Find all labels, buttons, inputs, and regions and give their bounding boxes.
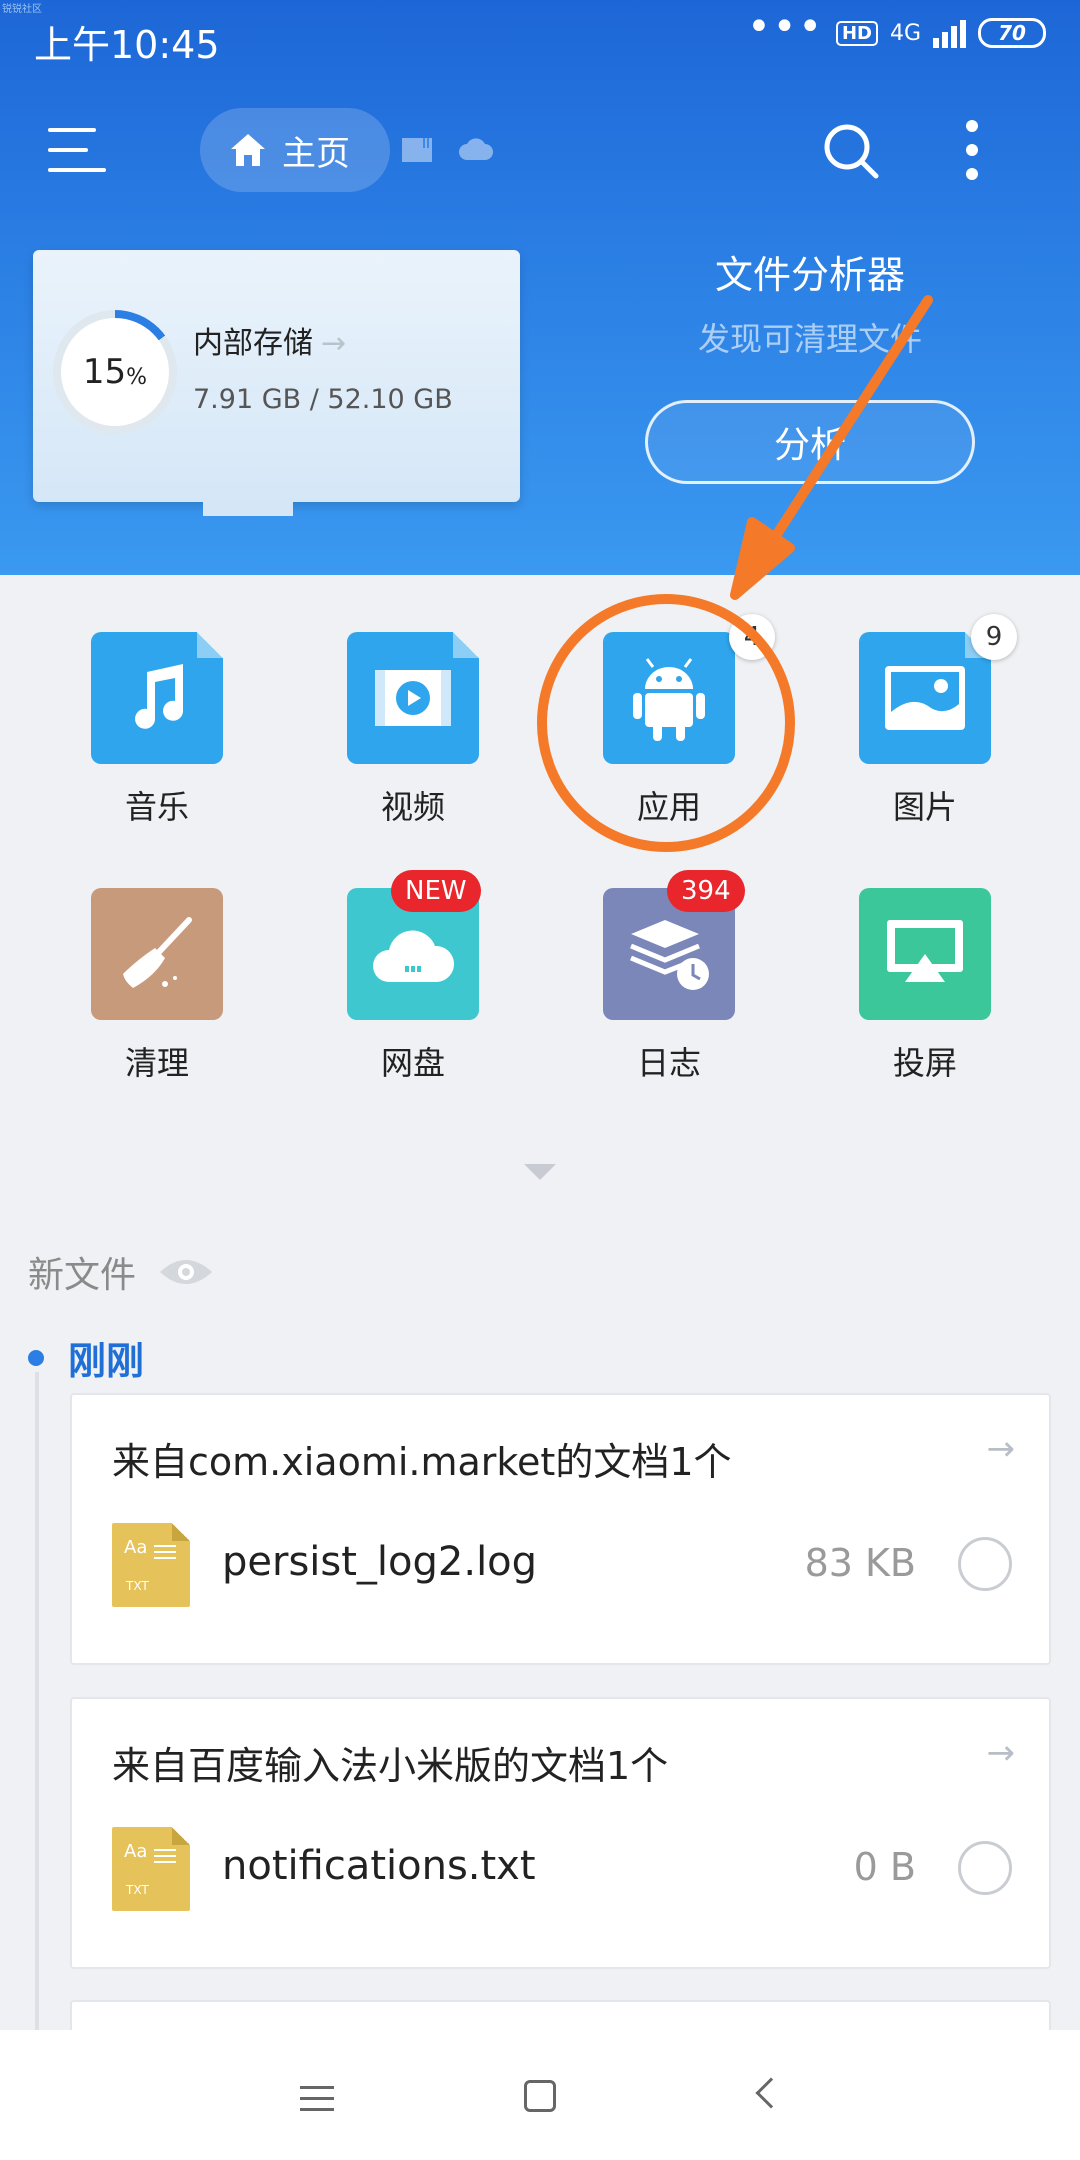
watermark-label: 锐锐社区: [2, 4, 42, 15]
file-size: 83 KB: [804, 1541, 916, 1585]
cast-icon: [859, 888, 991, 1020]
video-icon: [347, 632, 479, 764]
arrow-right-icon[interactable]: →: [987, 1733, 1016, 1773]
status-icons: ••• HD 4G 70: [747, 4, 1046, 50]
file-name: persist_log2.log: [222, 1539, 538, 1585]
file-row[interactable]: Aa TXT notifications.txt 0 B: [112, 1827, 1012, 1911]
timeline-line: [35, 1372, 39, 2032]
storage-shortcuts: [400, 136, 494, 164]
header-banner: 上午10:45 ••• HD 4G 70 主页 15% 内部存储 → 7.91 …: [0, 0, 1080, 575]
cloud-icon[interactable]: [458, 136, 494, 162]
select-radio[interactable]: [958, 1841, 1012, 1895]
search-icon[interactable]: [822, 122, 880, 180]
analyze-button[interactable]: 分析: [645, 400, 975, 484]
log-count-badge: 394: [667, 870, 745, 912]
analyzer-subtitle: 发现可清理文件: [697, 320, 922, 358]
sd-card-icon[interactable]: [400, 136, 434, 164]
card-title: 来自百度输入法小米版的文档1个: [112, 1744, 669, 1788]
eye-icon[interactable]: [158, 1254, 214, 1290]
status-time: 上午10:45: [34, 23, 220, 67]
storage-percent: 15: [82, 352, 127, 392]
arrow-right-icon[interactable]: →: [987, 1429, 1016, 1469]
category-cloud-drive[interactable]: NEW 网盘: [301, 870, 521, 1108]
broom-icon: [91, 888, 223, 1020]
images-count-badge: 9: [971, 614, 1017, 660]
arrow-right-icon: →: [321, 326, 347, 361]
storage-usage-text: 7.91 GB / 52.10 GB: [193, 384, 453, 415]
status-bar: 上午10:45 ••• HD 4G 70: [0, 0, 1080, 76]
category-images[interactable]: 9 图片: [813, 614, 1033, 852]
category-video[interactable]: 视频: [301, 632, 521, 852]
file-row[interactable]: Aa TXT persist_log2.log 83 KB: [112, 1523, 1012, 1607]
android-icon: [603, 632, 735, 764]
storage-usage-donut: 15%: [53, 310, 177, 434]
timeline-dot: [28, 1349, 44, 1366]
hd-badge: HD: [835, 20, 878, 46]
file-size: 0 B: [853, 1845, 916, 1889]
card-title: 来自com.xiaomi.market的文档1个: [112, 1440, 732, 1484]
home-label: 主页: [282, 133, 350, 174]
home-nav-icon[interactable]: [524, 2080, 556, 2112]
category-log[interactable]: 394 日志: [557, 870, 777, 1108]
file-name: notifications.txt: [222, 1843, 536, 1889]
apps-count-badge: 4: [729, 614, 775, 660]
image-icon: [859, 632, 991, 764]
menu-icon[interactable]: [48, 128, 106, 174]
select-radio[interactable]: [958, 1537, 1012, 1591]
signal-icon: [933, 18, 966, 48]
new-badge: NEW: [391, 870, 481, 912]
text-file-icon: Aa TXT: [112, 1523, 190, 1607]
battery-icon: 70: [978, 18, 1046, 48]
storage-title: 内部存储 →: [193, 326, 347, 361]
internal-storage-card[interactable]: 15% 内部存储 → 7.91 GB / 52.10 GB: [33, 250, 520, 516]
more-icon[interactable]: [966, 120, 980, 182]
home-tab[interactable]: 主页: [200, 108, 390, 192]
new-file-card[interactable]: 来自com.xiaomi.market的文档1个 → Aa TXT persis…: [70, 1393, 1051, 1665]
new-file-card[interactable]: 来自百度输入法小米版的文档1个 → Aa TXT notifications.t…: [70, 1697, 1051, 1969]
expand-more-icon[interactable]: [524, 1164, 556, 1180]
system-nav-bar: [0, 2030, 1080, 2160]
text-file-icon: Aa TXT: [112, 1827, 190, 1911]
home-icon: [231, 134, 265, 166]
toolbar: 主页: [0, 100, 1080, 200]
category-apps[interactable]: 4 应用: [557, 614, 777, 852]
category-music[interactable]: 音乐: [45, 632, 265, 852]
back-icon[interactable]: [755, 2077, 787, 2109]
category-clean[interactable]: 清理: [45, 888, 265, 1108]
music-icon: [91, 632, 223, 764]
new-files-header: 新文件: [28, 1246, 214, 1298]
network-type: 4G: [889, 20, 921, 46]
category-cast[interactable]: 投屏: [813, 888, 1033, 1108]
notification-dots-icon: •••: [747, 4, 824, 50]
group-just-now: 刚刚: [28, 1330, 144, 1385]
recents-icon[interactable]: [300, 2086, 334, 2111]
analyzer-title: 文件分析器: [714, 253, 905, 297]
